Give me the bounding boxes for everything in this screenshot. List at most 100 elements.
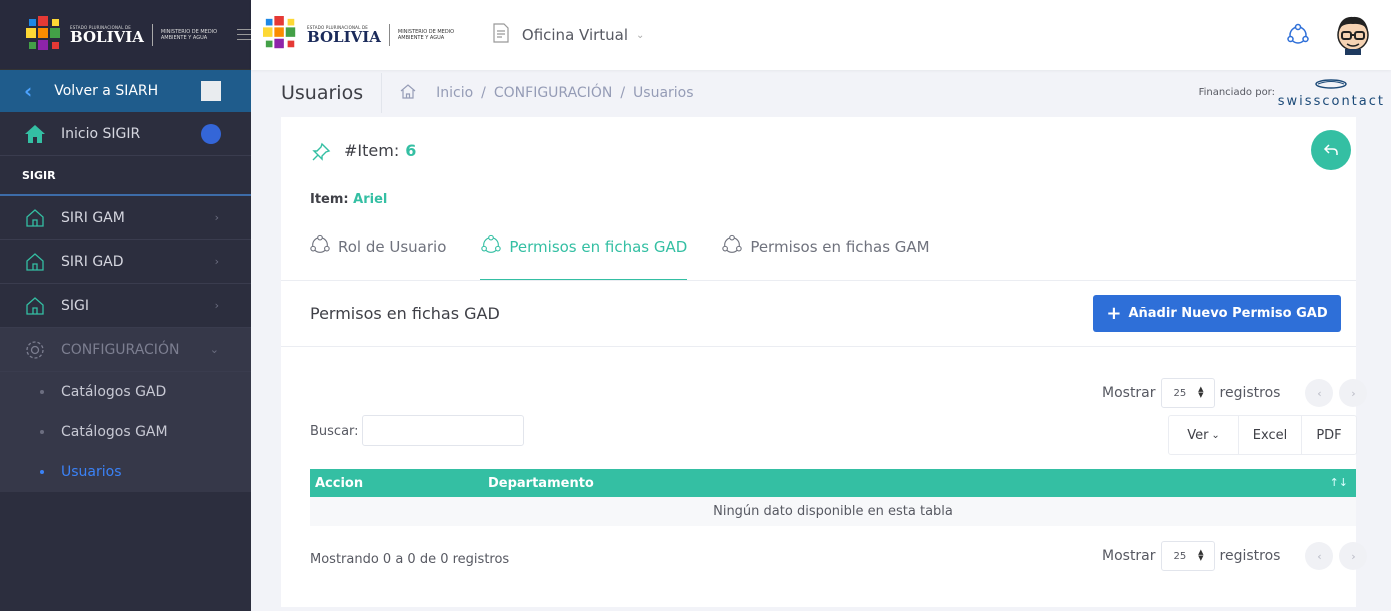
tab-label: Permisos en fichas GAM: [750, 237, 930, 256]
plus-icon: +: [1106, 303, 1122, 324]
bullet-icon: [40, 470, 44, 474]
house-outline-icon: [24, 207, 46, 229]
updown-icon: ▲ ▼: [1198, 385, 1204, 399]
chevron-right-icon: ›: [214, 299, 219, 312]
card-header: #Item: 6 Item: Ariel: [281, 117, 1356, 214]
logo-divider: [151, 23, 153, 46]
subheader: Usuarios Inicio / CONFIGURACIÓN / Usuari…: [251, 70, 1391, 116]
sidebar-item-sigi[interactable]: SIGI ›: [0, 284, 251, 328]
tab-permisos-gad[interactable]: Permisos en fichas GAD: [480, 214, 688, 280]
item-name-label: Item: Ariel: [310, 192, 387, 207]
user-avatar[interactable]: [1333, 13, 1373, 55]
office-label: Oficina Virtual: [521, 26, 629, 44]
sidebar-logo[interactable]: ESTADO PLURINACIONAL DE BOLIVIA MINISTER…: [0, 0, 251, 70]
pin-icon: [311, 142, 331, 166]
chevron-down-icon: ⌄: [209, 343, 219, 356]
sidebar-item-label: SIGI: [61, 297, 89, 314]
sort-icon[interactable]: ↑↓: [1330, 476, 1348, 489]
bullet-icon: [40, 390, 44, 394]
view-label: Ver: [1187, 427, 1209, 443]
back-to-siarh-link[interactable]: ‹ Volver a SIARH: [0, 70, 251, 112]
pdf-button[interactable]: PDF: [1302, 416, 1356, 454]
show-label: Mostrar: [1102, 548, 1156, 564]
bolivia-emblem-icon: [26, 15, 64, 54]
export-buttons: Ver ⌄ Excel PDF: [1168, 415, 1357, 455]
previous-page-button[interactable]: ‹: [1305, 379, 1334, 407]
sidebar-item-label: SIRI GAM: [61, 209, 125, 226]
add-permission-button[interactable]: + Añadir Nuevo Permiso GAD: [1093, 295, 1341, 332]
bullet-icon: [40, 430, 44, 434]
sidebar-subitem-catalogos-gam[interactable]: Catálogos GAM: [0, 412, 251, 452]
financed-label: Financiado por:: [1198, 87, 1275, 98]
updown-icon: ▲ ▼: [1198, 548, 1204, 562]
item-number-label: #Item: 6: [344, 141, 416, 160]
house-outline-icon: [24, 295, 46, 317]
records-label: registros: [1219, 385, 1281, 401]
chevron-right-icon: ›: [214, 255, 219, 268]
gear-icon: [24, 339, 46, 361]
page-length-value: 25: [1173, 550, 1187, 562]
sidebar-item-label: SIRI GAD: [61, 253, 124, 270]
breadcrumb-inicio[interactable]: Inicio: [436, 85, 473, 101]
network-icon[interactable]: [1286, 23, 1310, 51]
page-length-select[interactable]: 25 ▲ ▼: [1160, 541, 1215, 571]
logo-country-text: BOLIVIA: [70, 27, 144, 46]
network-icon: [480, 234, 502, 260]
page-length-select[interactable]: 25 ▲ ▼: [1160, 378, 1215, 408]
user-permissions-card: #Item: 6 Item: Ariel Rol de Usuario Permi…: [281, 117, 1368, 607]
next-page-button[interactable]: ›: [1339, 379, 1368, 407]
tabs-bar: Rol de Usuario Permisos en fichas GAD Pe…: [281, 214, 1356, 281]
section-title: Permisos en fichas GAD: [310, 304, 500, 323]
tab-rol-usuario[interactable]: Rol de Usuario: [309, 214, 446, 280]
chevron-right-icon: ›: [214, 211, 219, 224]
home-icon: [24, 123, 46, 145]
return-button[interactable]: [1311, 130, 1351, 170]
sidebar: ESTADO PLURINACIONAL DE BOLIVIA MINISTER…: [0, 0, 251, 611]
sidebar-item-inicio[interactable]: Inicio SIGIR: [0, 112, 251, 156]
sidebar-subitem-label: Usuarios: [61, 464, 122, 480]
home-icon[interactable]: [400, 83, 416, 103]
item-name-value: Ariel: [353, 192, 388, 207]
office-menu[interactable]: Oficina Virtual ⌄: [492, 23, 645, 47]
chevron-left-icon: ‹: [24, 79, 33, 103]
chevron-down-icon: ⌄: [636, 29, 645, 41]
sidebar-item-siri-gam[interactable]: SIRI GAM ›: [0, 196, 251, 240]
topbar: ESTADO PLURINACIONAL DE BOLIVIA MINISTER…: [251, 0, 1391, 70]
page-title: Usuarios: [281, 73, 383, 113]
item-number: 6: [405, 141, 417, 160]
section-header: Permisos en fichas GAD + Añadir Nuevo Pe…: [281, 281, 1356, 347]
logo-ministry-text: MINISTERIO DE MEDIO AMBIENTE Y AGUA: [160, 28, 218, 41]
breadcrumb: Inicio / CONFIGURACIÓN / Usuarios: [400, 83, 694, 103]
topbar-logo[interactable]: ESTADO PLURINACIONAL DE BOLIVIA MINISTER…: [263, 16, 470, 54]
view-columns-button[interactable]: Ver ⌄: [1169, 416, 1239, 454]
back-toggle-square[interactable]: [201, 81, 221, 101]
sidebar-subitem-catalogos-gad[interactable]: Catálogos GAD: [0, 372, 251, 412]
add-button-label: Añadir Nuevo Permiso GAD: [1128, 306, 1328, 321]
column-header-departamento[interactable]: Departamento: [488, 476, 594, 491]
sidebar-item-label: CONFIGURACIÓN: [61, 341, 180, 358]
search-input[interactable]: [362, 415, 524, 446]
sidebar-subitem-usuarios[interactable]: Usuarios: [0, 452, 251, 492]
page-length-control-top: Mostrar 25 ▲ ▼ registros ‹ ›: [1102, 378, 1368, 408]
sidebar-item-siri-gad[interactable]: SIRI GAD ›: [0, 240, 251, 284]
excel-button[interactable]: Excel: [1239, 416, 1302, 454]
sidebar-toggle-icon[interactable]: [236, 29, 251, 40]
breadcrumb-configuracion[interactable]: CONFIGURACIÓN: [494, 85, 612, 101]
house-outline-icon: [24, 251, 46, 273]
tab-permisos-gam[interactable]: Permisos en fichas GAM: [721, 214, 930, 280]
sidebar-subitem-label: Catálogos GAM: [61, 424, 168, 440]
sidebar-item-configuracion[interactable]: CONFIGURACIÓN ⌄: [0, 328, 251, 372]
table-info: Mostrando 0 a 0 de 0 registros: [310, 552, 510, 567]
column-header-accion[interactable]: Accion: [315, 476, 488, 491]
show-label: Mostrar: [1102, 385, 1156, 401]
logo-divider: [388, 24, 390, 46]
status-dot: [201, 124, 221, 144]
breadcrumb-usuarios[interactable]: Usuarios: [633, 85, 694, 101]
next-page-button[interactable]: ›: [1339, 542, 1368, 570]
back-label: Volver a SIARH: [54, 83, 159, 99]
previous-page-button[interactable]: ‹: [1305, 542, 1334, 570]
breadcrumb-separator: /: [481, 85, 486, 101]
search-label: Buscar:: [310, 424, 359, 439]
breadcrumb-separator: /: [620, 85, 626, 101]
network-icon: [309, 234, 331, 260]
